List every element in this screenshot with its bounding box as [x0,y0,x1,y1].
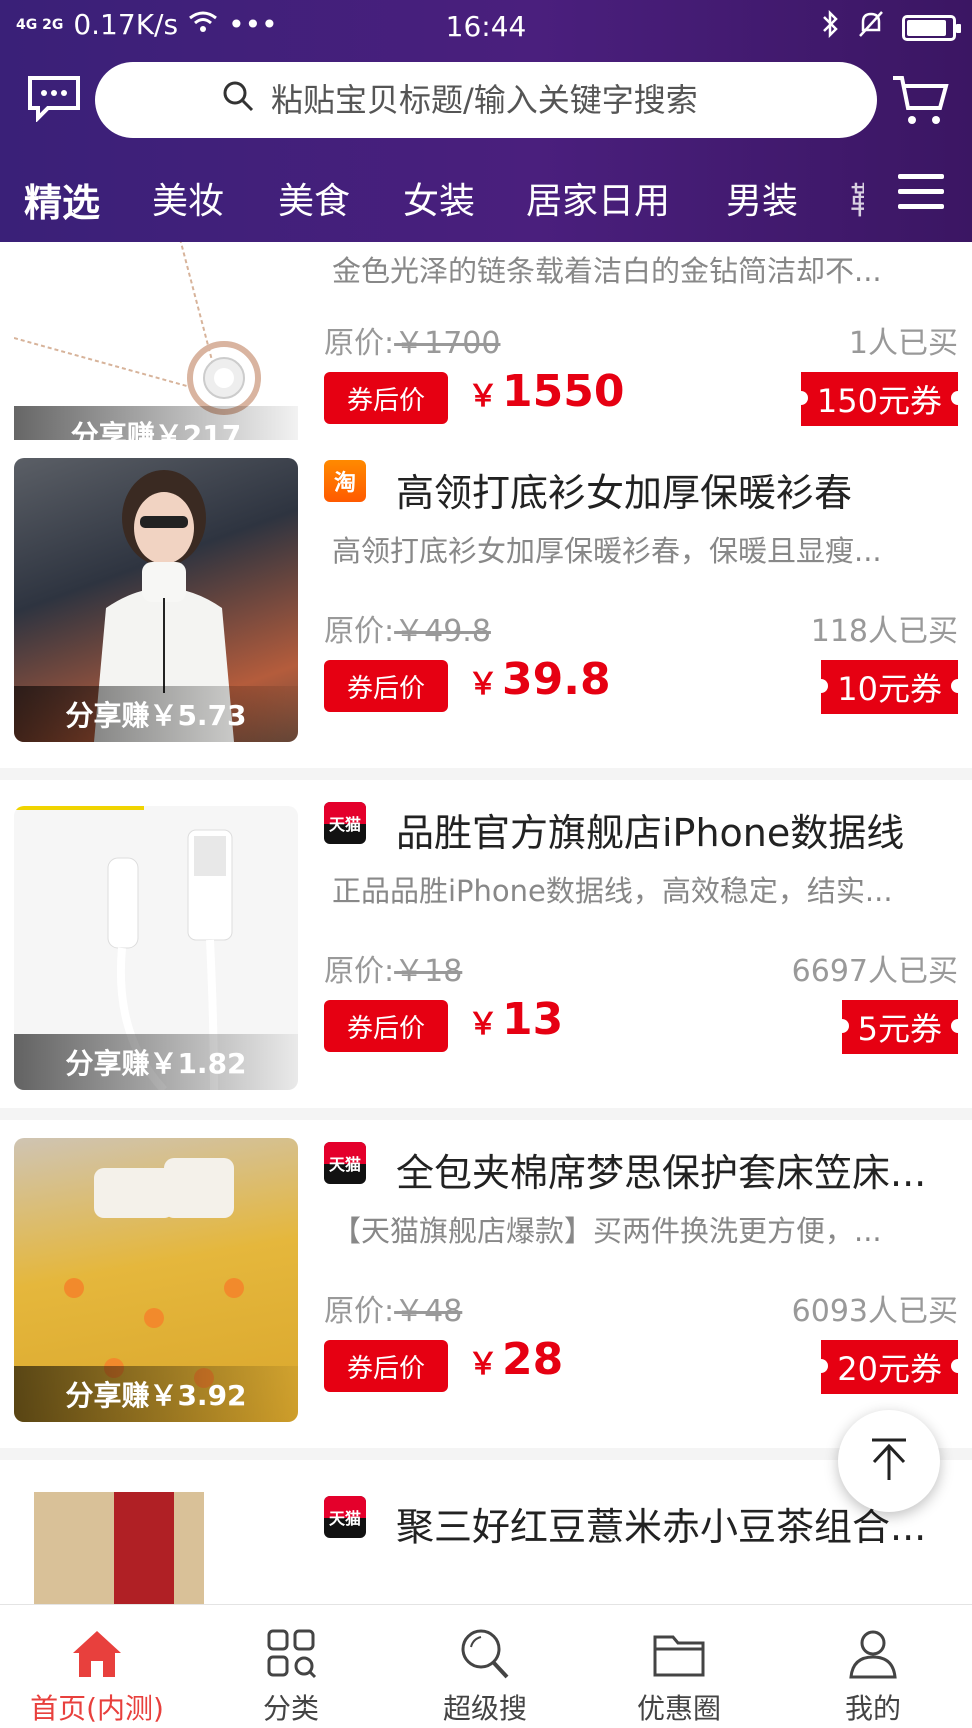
tab-featured[interactable]: 精选 [24,172,100,227]
coupon-price-tag: 券后价 [324,1000,448,1052]
status-bar: 4G 2G 0.17K/s ••• 16:44 [0,0,972,52]
message-icon[interactable] [26,74,82,123]
category-icon [267,1629,317,1679]
battery-icon [902,14,961,41]
product-image [14,1492,298,1604]
product-image: 分享赚￥217 [14,242,298,462]
original-price: 原价:￥18 [324,954,463,989]
coupon-badge[interactable]: 10元券 [814,660,965,714]
bluetooth-icon [820,9,840,45]
coupon-badge[interactable]: 20元券 [814,1340,965,1394]
nav-label: 我的 [844,1692,901,1725]
nav-super-search[interactable]: 超级搜 [388,1605,582,1728]
nav-category[interactable]: 分类 [194,1605,388,1728]
sold-count: 118人已买 [810,614,958,649]
coupon-price-tag: 券后价 [324,372,448,424]
product-desc: 【天猫旗舰店爆款】买两件换洗更方便，... [332,1214,882,1248]
product-title: 全包夹棉席梦思保护套床笠床... [396,1151,927,1195]
product-card[interactable]: 分享赚￥3.92 天猫 全包夹棉席梦思保护套床笠床... 【天猫旗舰店爆款】买两… [0,1120,972,1460]
product-image: 分享赚￥3.92 [14,1138,298,1422]
product-desc: 正品品胜iPhone数据线，高效稳定，结实... [332,874,893,908]
coupon-badge[interactable]: 5元券 [834,1000,966,1054]
home-icon [73,1631,121,1677]
product-desc: 高领打底衫女加厚保暖衫春，保暖且显瘦... [332,534,882,568]
folder-icon [653,1635,705,1677]
sold-count: 6093人已买 [791,1294,958,1329]
mute-bell-icon [858,10,884,45]
search-input[interactable] [271,81,751,119]
nav-label: 首页(内测) [30,1692,164,1725]
product-image: 分享赚￥5.73 [14,458,298,742]
sold-count: 1人已买 [848,326,958,361]
nav-home[interactable]: 首页(内测) [0,1605,194,1728]
tmall-icon: 天猫 [324,1142,366,1184]
tab-home[interactable]: 居家日用 [526,172,670,224]
original-price: 原价:￥48 [324,1294,463,1329]
coupon-price-tag: 券后价 [324,660,448,712]
nav-label: 优惠圈 [636,1692,721,1725]
final-price: ￥1550 [468,366,625,417]
share-earn-label: 分享赚￥1.82 [14,1034,298,1090]
original-price: 原价:￥1700 [324,326,501,361]
share-earn-label: 分享赚￥5.73 [14,686,298,742]
search-icon [461,1629,509,1679]
original-price: 原价:￥49.8 [324,614,491,649]
final-price: ￥13 [468,994,564,1045]
nav-label: 分类 [262,1692,319,1725]
share-earn-label: 分享赚￥3.92 [14,1366,298,1422]
tab-men[interactable]: 男装 [726,172,798,224]
nav-mine[interactable]: 我的 [776,1605,970,1728]
category-tabs: 精选 美妆 美食 女装 居家日用 男装 鞋 [0,160,972,232]
final-price: ￥39.8 [468,654,611,705]
sold-count: 6697人已买 [791,954,958,989]
cart-icon[interactable] [890,70,950,130]
app-header: 4G 2G 0.17K/s ••• 16:44 精选 [0,0,972,242]
tab-shoes[interactable]: 鞋 [850,172,864,224]
product-title: 品胜官方旗舰店iPhone数据线 [396,811,905,855]
final-price: ￥28 [468,1334,564,1385]
coupon-badge[interactable]: 150元券 [793,372,966,426]
taobao-icon: 淘 [324,460,366,502]
tmall-icon: 天猫 [324,802,366,844]
product-card[interactable]: 天猫 聚三好红豆薏米赤小豆茶组合... [0,1460,972,1604]
product-list: 分享赚￥217 金色光泽的链条载着洁白的金钻简洁却不... 原价:￥1700 1… [0,242,972,1604]
nav-label: 超级搜 [442,1692,527,1725]
product-card[interactable]: 分享赚￥1.82 天猫 品胜官方旗舰店iPhone数据线 正品品胜iPhone数… [0,780,972,1120]
search-icon [221,79,255,121]
product-card[interactable]: 分享赚￥5.73 淘 高领打底衫女加厚保暖衫春 高领打底衫女加厚保暖衫春，保暖且… [0,440,972,780]
bottom-nav: 首页(内测) 分类 超级搜 优惠圈 我的 [0,1604,972,1728]
arrow-up-icon [864,1434,914,1488]
product-image: 分享赚￥1.82 [14,806,298,1090]
product-desc: 金色光泽的链条载着洁白的金钻简洁却不... [332,254,882,288]
back-to-top-button[interactable] [838,1410,940,1512]
search-bar[interactable] [95,62,877,138]
tab-food[interactable]: 美食 [278,172,350,224]
menu-icon[interactable] [898,174,944,214]
nav-deals[interactable]: 优惠圈 [582,1605,776,1728]
tab-women[interactable]: 女装 [403,172,475,224]
tab-beauty[interactable]: 美妆 [152,172,224,224]
coupon-price-tag: 券后价 [324,1340,448,1392]
tmall-icon: 天猫 [324,1496,366,1538]
product-title: 高领打底衫女加厚保暖衫春 [396,471,853,515]
user-icon [849,1630,897,1679]
